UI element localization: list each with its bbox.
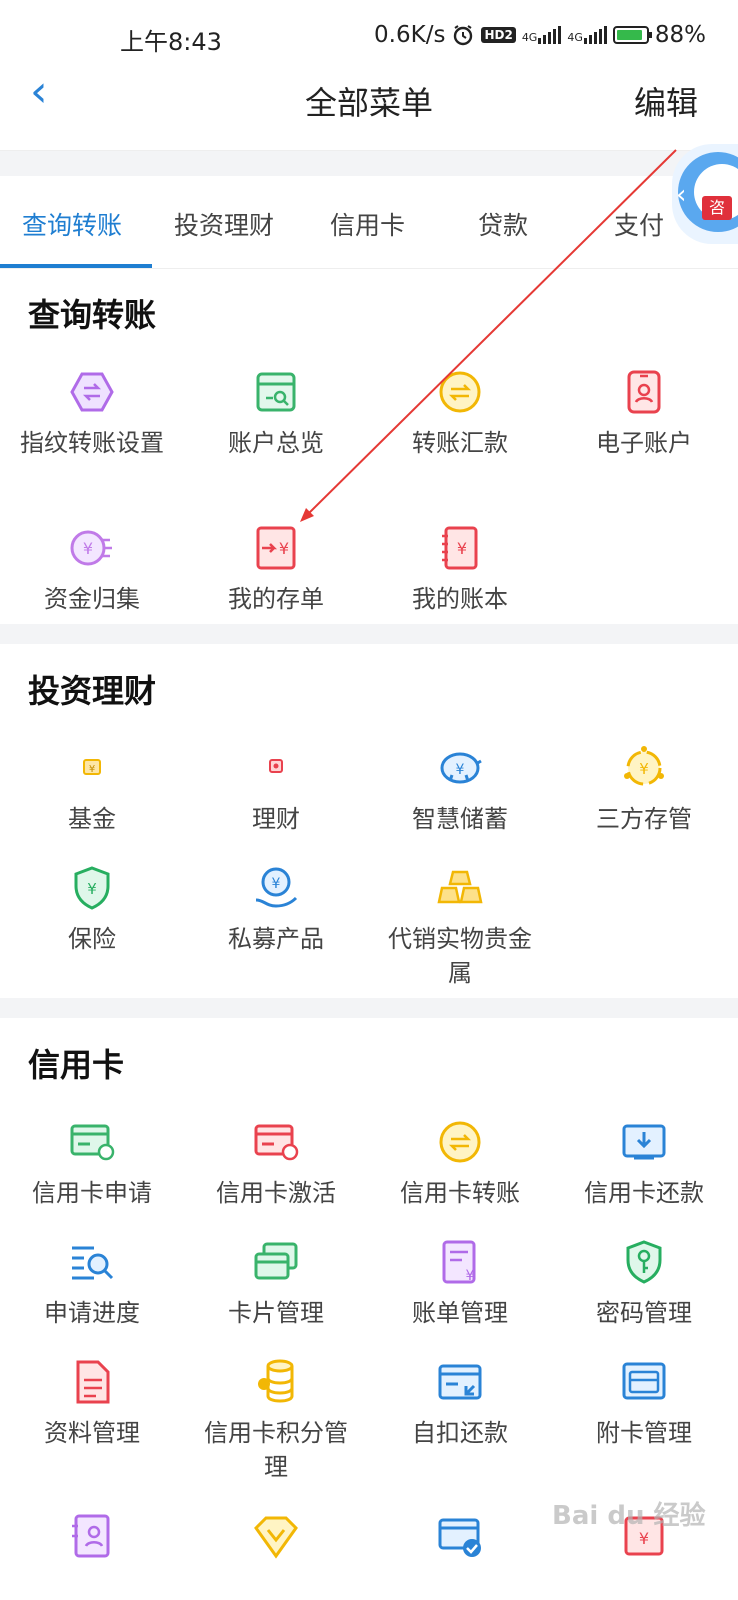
watermark: Bai du 经验	[552, 1501, 706, 1531]
annotation-arrow	[300, 149, 677, 522]
